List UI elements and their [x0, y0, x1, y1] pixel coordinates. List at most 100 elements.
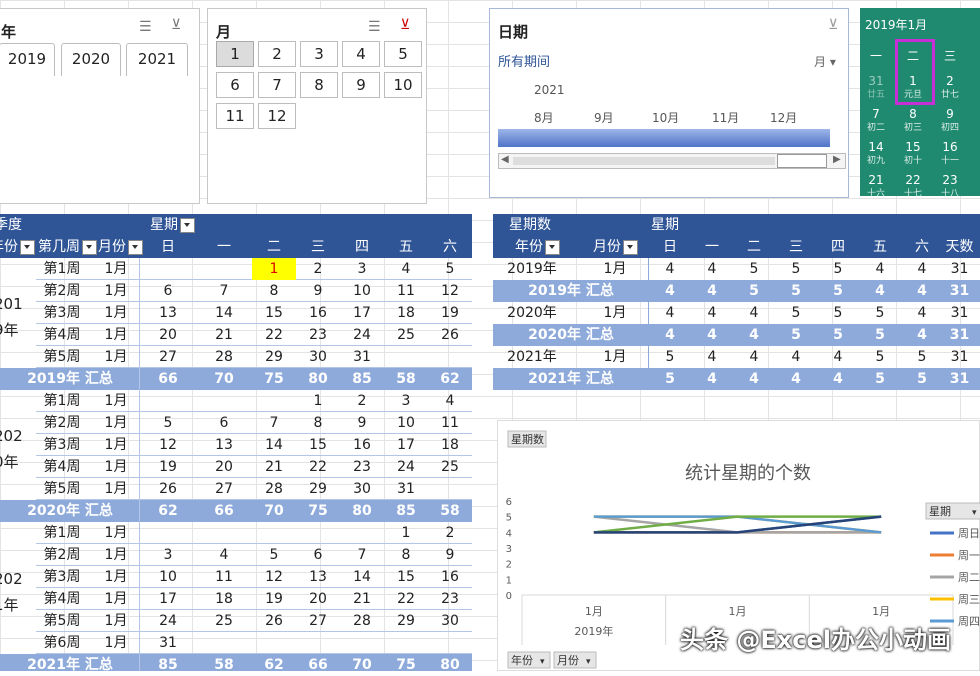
- row-field-month[interactable]: 月份: [593, 236, 638, 258]
- total-label: 2020年 汇总: [27, 503, 113, 519]
- calendar-day[interactable]: 31 廿五: [860, 74, 892, 102]
- month-item-4[interactable]: 4: [342, 41, 380, 67]
- month-cell: 1月: [104, 327, 128, 343]
- axis-field-button[interactable]: 年份 ▾: [507, 651, 551, 669]
- month-item-10[interactable]: 10: [384, 72, 422, 98]
- year-item-2019[interactable]: 2019: [0, 43, 55, 76]
- row-field-year[interactable]: 年份: [515, 236, 560, 258]
- day-cell: 2: [313, 261, 323, 277]
- total-value: 31: [949, 283, 970, 299]
- chevron-down-icon[interactable]: ▾: [540, 657, 545, 667]
- column-field-button[interactable]: 星期: [150, 214, 195, 236]
- value-cell: 5: [791, 305, 801, 321]
- total-value: 62: [264, 657, 284, 671]
- series-line-周五[interactable]: [593, 515, 882, 534]
- all-periods-label: 所有期间: [498, 55, 551, 70]
- calendar-day[interactable]: 23 十八: [934, 173, 966, 201]
- total-value: 58: [440, 503, 460, 519]
- chevron-down-icon[interactable]: ▾: [586, 657, 591, 667]
- total-value: 75: [308, 503, 328, 519]
- month-slicer[interactable]: 月 ☰ ⊻ 1 2 3 4 5 6 7 8 9 10 11 12: [207, 8, 427, 204]
- day-cell: [428, 632, 472, 654]
- week-cell: 第5周: [43, 349, 81, 365]
- row-field-month[interactable]: 月份: [98, 236, 143, 258]
- week-cell: 第6周: [43, 635, 81, 651]
- dropdown-icon[interactable]: [623, 239, 638, 255]
- month-item-1[interactable]: 1: [216, 41, 254, 67]
- legend-field-button[interactable]: 星期 ▾: [925, 502, 980, 520]
- day-cell: 27: [309, 613, 327, 629]
- dropdown-icon[interactable]: [180, 217, 195, 233]
- day-cell: 8: [269, 283, 279, 299]
- scroll-left-icon[interactable]: ◀: [501, 154, 509, 165]
- month-item-9[interactable]: 9: [342, 72, 380, 98]
- year-slicer[interactable]: 年 ☰ ⊻ 2019 2020 2021: [0, 8, 200, 204]
- series-line-周六[interactable]: [593, 515, 882, 534]
- scroll-right-icon[interactable]: ▶: [833, 154, 841, 165]
- total-value: 5: [875, 371, 885, 387]
- chevron-down-icon[interactable]: ▾: [972, 508, 977, 518]
- date-timeline[interactable]: 日期 ⊻ 所有期间 月 ▾ 2021 8月 9月 10月 11月 12月 ◀ ▶: [489, 8, 849, 198]
- day-cell: 21: [353, 591, 371, 607]
- multi-select-icon[interactable]: ☰: [139, 19, 152, 35]
- clear-filter-icon[interactable]: ⊻: [400, 17, 410, 33]
- clear-filter-icon[interactable]: ⊻: [171, 17, 181, 33]
- calendar-day[interactable]: 2 廿七: [934, 74, 966, 102]
- row-field-week[interactable]: 第几周: [38, 236, 97, 258]
- month-item-12[interactable]: 12: [258, 103, 296, 129]
- series-line-周二[interactable]: [593, 515, 882, 534]
- calendar-day[interactable]: 14 初九: [860, 140, 892, 168]
- day-cell: 26: [159, 481, 177, 497]
- calendar-day[interactable]: 21 十六: [860, 173, 892, 201]
- month-item-2[interactable]: 2: [258, 41, 296, 67]
- dropdown-icon[interactable]: [20, 239, 35, 255]
- timeline-month: 11月: [712, 111, 740, 125]
- weekday-header: 五: [873, 239, 887, 255]
- dropdown-icon[interactable]: [545, 239, 560, 255]
- total-value: 62: [158, 503, 178, 519]
- month-item-11[interactable]: 11: [216, 103, 254, 129]
- month-cell: 1月: [104, 459, 128, 475]
- total-value: 31: [949, 327, 970, 343]
- calendar-day[interactable]: 15 初十: [897, 140, 929, 168]
- day-cell: 19: [265, 591, 283, 607]
- total-label: 2019年 汇总: [27, 371, 113, 387]
- multi-select-icon[interactable]: ☰: [368, 19, 381, 35]
- dropdown-icon[interactable]: [82, 239, 97, 255]
- month-item-8[interactable]: 8: [300, 72, 338, 98]
- clear-filter-icon[interactable]: ⊻: [828, 17, 838, 33]
- day-cell: 14: [265, 437, 283, 453]
- row-field-year[interactable]: 年份: [0, 236, 35, 258]
- calendar-day[interactable]: 22 十七: [897, 173, 929, 201]
- calendar-lunar-label: 十六: [866, 189, 885, 199]
- year-item-2021[interactable]: 2021: [126, 43, 188, 76]
- scroll-thumb[interactable]: [777, 154, 827, 168]
- timeline-bar[interactable]: [498, 129, 830, 147]
- day-cell: 9: [445, 547, 455, 563]
- day-cell: 8: [401, 547, 411, 563]
- day-cell: 22: [309, 459, 327, 475]
- month-item-7[interactable]: 7: [258, 72, 296, 98]
- series-line-周三[interactable]: [593, 515, 882, 534]
- timeline-scrollbar[interactable]: ◀ ▶: [498, 153, 846, 169]
- scroll-track[interactable]: [513, 157, 775, 165]
- total-value: 4: [665, 327, 675, 343]
- day-cell: [140, 522, 196, 544]
- calendar-day[interactable]: 7 初二: [860, 107, 892, 135]
- year-item-2020[interactable]: 2020: [61, 43, 121, 76]
- month-item-5[interactable]: 5: [384, 41, 422, 67]
- day-cell: 18: [441, 437, 459, 453]
- total-value: 5: [833, 327, 843, 343]
- timeline-level-select[interactable]: 月 ▾: [814, 53, 836, 70]
- series-line-周四[interactable]: [593, 515, 882, 534]
- calendar-day[interactable]: 16 十一: [934, 140, 966, 168]
- series-line-周日[interactable]: [593, 515, 882, 534]
- month-item-3[interactable]: 3: [300, 41, 338, 67]
- calendar-day[interactable]: 8 初三: [897, 107, 929, 135]
- calendar-lunar-label: 初四: [940, 123, 959, 133]
- axis-field-button[interactable]: 月份 ▾: [553, 651, 597, 669]
- calendar-day[interactable]: 9 初四: [934, 107, 966, 135]
- month-item-6[interactable]: 6: [216, 72, 254, 98]
- day-cell: [196, 522, 252, 544]
- values-field-button[interactable]: 星期数: [507, 430, 547, 448]
